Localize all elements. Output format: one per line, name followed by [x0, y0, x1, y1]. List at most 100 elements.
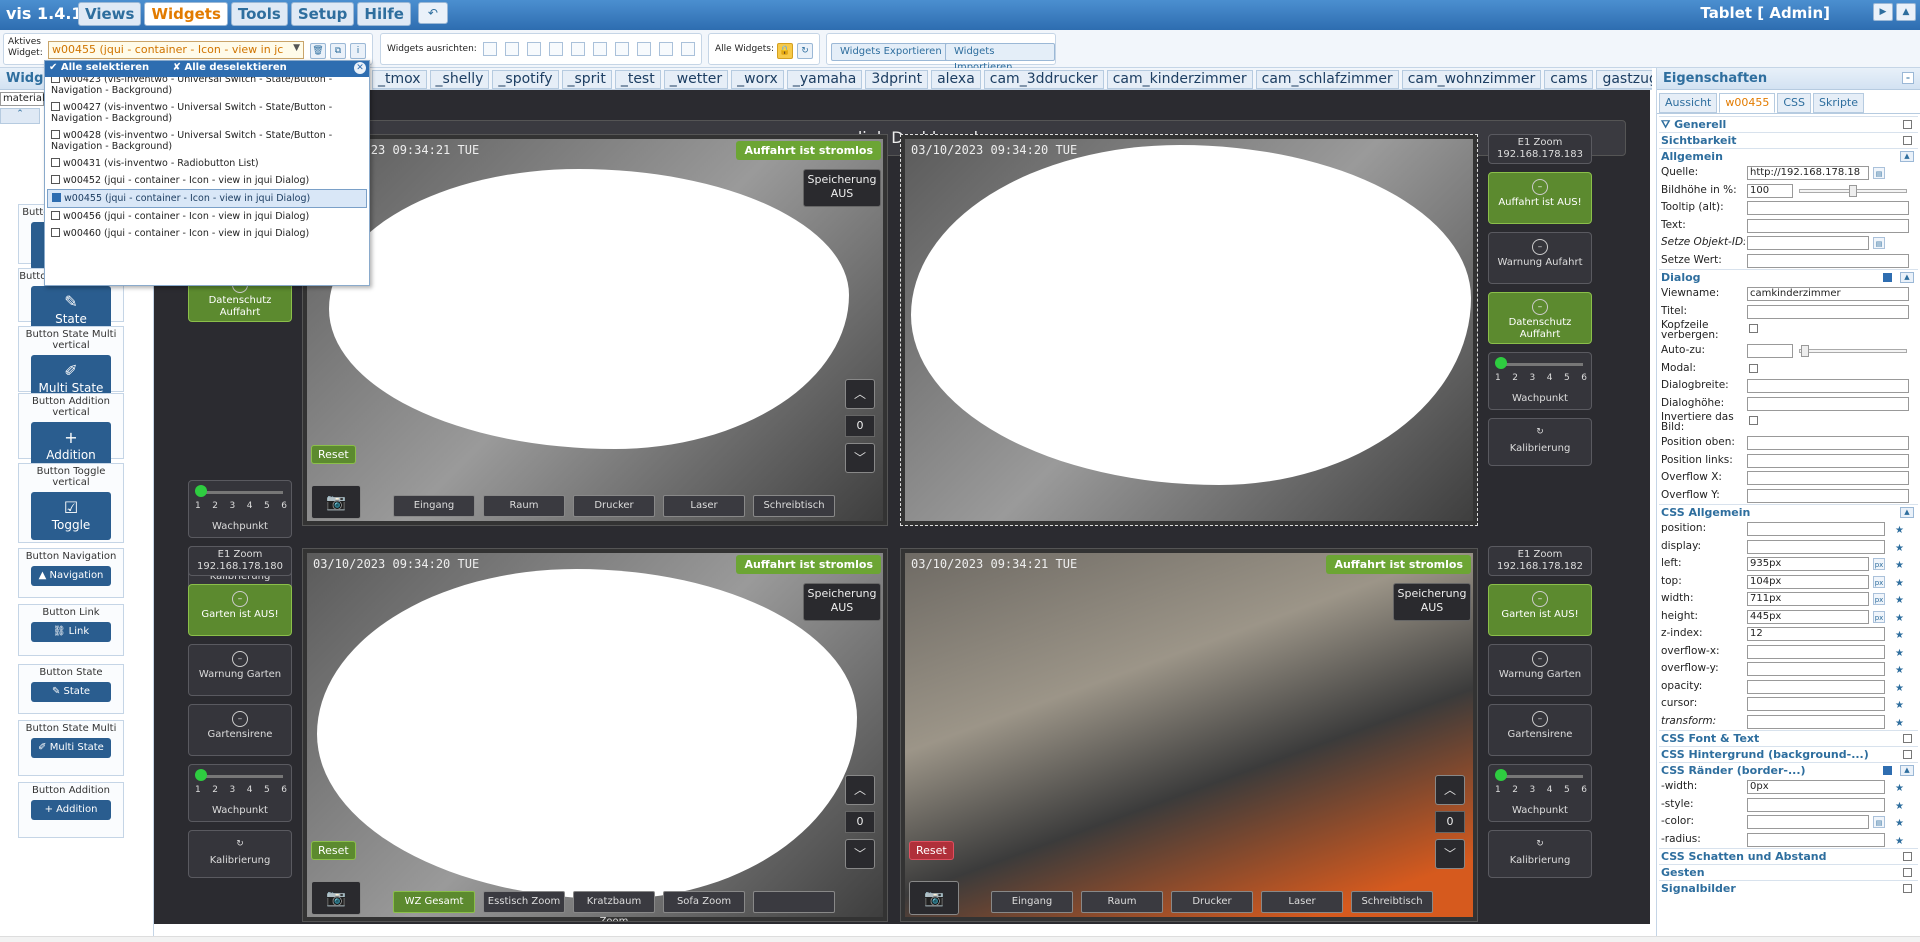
- dropdown-item[interactable]: w00428 (vis-inventwo - Universal Switch …: [47, 127, 367, 155]
- align-center-h-icon[interactable]: [593, 42, 607, 56]
- section-sichtbarkeit-checkbox[interactable]: [1903, 136, 1912, 145]
- ptz-preset-button[interactable]: Kratzbaum Zoom: [573, 891, 655, 921]
- palette-item[interactable]: Button State ✎ State: [18, 664, 124, 714]
- side-control[interactable]: – Warnung Garten: [188, 644, 292, 696]
- distribute-v-icon[interactable]: [637, 42, 651, 56]
- css-top-unit[interactable]: px: [1873, 575, 1885, 588]
- ptz-preset-button[interactable]: Schreibtisch: [1351, 891, 1433, 913]
- tab-view-worx[interactable]: _worx: [731, 70, 784, 89]
- star-icon[interactable]: ★: [1895, 815, 1904, 832]
- dropdown-item-checkbox[interactable]: [51, 228, 60, 237]
- chevron-up-icon[interactable]: ▲: [1900, 151, 1914, 162]
- section-css-font[interactable]: CSS Font & Text: [1659, 730, 1918, 746]
- wachpunkt-slider[interactable]: 1 2 3 4 5 6 Wachpunkt: [1488, 764, 1592, 822]
- star-icon[interactable]: ★: [1895, 522, 1904, 539]
- tab-widget[interactable]: w00455: [1719, 93, 1776, 113]
- reset-button[interactable]: Reset: [311, 445, 356, 464]
- ptz-preset-button[interactable]: Drucker: [1171, 891, 1253, 913]
- ptz-preset-button[interactable]: [753, 891, 835, 913]
- ptz-preset-button[interactable]: Raum: [1081, 891, 1163, 913]
- section-generell-checkbox[interactable]: [1903, 120, 1912, 129]
- chevron-down-icon[interactable]: ﹀: [1435, 839, 1465, 869]
- tab-css[interactable]: CSS: [1777, 93, 1812, 113]
- chevron-down-icon[interactable]: ﹀: [845, 839, 875, 869]
- tab-aussicht[interactable]: Aussicht: [1659, 93, 1718, 113]
- star-icon[interactable]: ★: [1895, 575, 1904, 592]
- kalibrierung-button[interactable]: ↻ Kalibrierung: [1488, 830, 1592, 878]
- dropdown-item[interactable]: w00431 (vis-inventwo - Radiobutton List): [47, 155, 367, 172]
- palette-item-preview[interactable]: ▲ Navigation: [31, 566, 111, 586]
- copy-icon[interactable]: ⧉: [330, 43, 346, 59]
- ptz-preset-button[interactable]: Eingang: [991, 891, 1073, 913]
- section-css-shadow-checkbox[interactable]: [1903, 852, 1912, 861]
- chevron-up-icon[interactable]: ▲: [1900, 507, 1914, 518]
- palette-item[interactable]: Button State Multi vertical ✐ Multi State: [18, 326, 124, 403]
- star-icon[interactable]: ★: [1895, 798, 1904, 815]
- section-dialog[interactable]: Dialog ▲: [1659, 269, 1918, 285]
- side-control[interactable]: – Garten ist AUS!: [1488, 584, 1592, 636]
- align-right-icon[interactable]: [505, 42, 519, 56]
- select-all-link[interactable]: ✔ Alle selektieren: [49, 62, 159, 73]
- autozu-slider-track[interactable]: [1799, 349, 1907, 353]
- storage-toggle[interactable]: Speicherung AUS: [803, 583, 881, 621]
- slider-knob[interactable]: [195, 769, 207, 781]
- deselect-all-link[interactable]: ✘ Alle deselektieren: [173, 62, 297, 73]
- css-border-radius-input[interactable]: [1747, 832, 1885, 847]
- css-display-select[interactable]: [1747, 539, 1885, 554]
- section-gesten[interactable]: Gesten: [1659, 864, 1918, 880]
- tab-view-test[interactable]: _test: [614, 70, 661, 89]
- minimize-icon[interactable]: –: [1902, 72, 1914, 84]
- palette-toggle-icon[interactable]: ⌃: [0, 108, 40, 124]
- prop-setze-wert-input[interactable]: [1747, 253, 1909, 268]
- prop-kopfzeile-checkbox[interactable]: [1749, 324, 1758, 333]
- css-cursor-input[interactable]: [1747, 697, 1885, 711]
- palette-item-preview[interactable]: + Addition: [31, 800, 111, 820]
- side-control[interactable]: – Gartensirene: [188, 704, 292, 756]
- css-width-input[interactable]: 711px: [1747, 592, 1869, 606]
- dropdown-item-checkbox[interactable]: [51, 130, 60, 139]
- lock-icon[interactable]: 🔒: [777, 43, 793, 59]
- palette-item-preview[interactable]: ⛓ Link: [31, 622, 111, 642]
- tab-view-alexa[interactable]: alexa: [931, 70, 981, 89]
- section-dialog-checkbox[interactable]: [1883, 273, 1892, 282]
- tab-view-sprit[interactable]: _sprit: [561, 70, 612, 89]
- section-css-border[interactable]: CSS Ränder (border-...) ▲: [1659, 762, 1918, 778]
- dropdown-item-checkbox[interactable]: [51, 158, 60, 167]
- section-css-bg-checkbox[interactable]: [1903, 750, 1912, 759]
- refresh-icon[interactable]: ↻: [797, 43, 813, 59]
- dropdown-item-checkbox[interactable]: [51, 175, 60, 184]
- palette-item-preview[interactable]: ✎ State: [31, 682, 111, 702]
- star-icon[interactable]: ★: [1895, 715, 1904, 732]
- ptz-preset-button[interactable]: Raum: [483, 495, 565, 517]
- slider-track[interactable]: [199, 775, 283, 778]
- reset-button[interactable]: Reset: [311, 841, 356, 860]
- slider-knob[interactable]: [1495, 357, 1507, 369]
- dropdown-item[interactable]: w00456 (jqui - container - Icon - view i…: [47, 208, 367, 225]
- prop-overflow-x-select[interactable]: [1747, 471, 1909, 485]
- delete-icon[interactable]: 🗑: [310, 43, 326, 59]
- prop-overflow-y-select[interactable]: [1747, 488, 1909, 503]
- css-position-select[interactable]: [1747, 522, 1885, 536]
- tab-view-camkinderzimmer[interactable]: cam_kinderzimmer: [1106, 70, 1253, 89]
- align-left-icon[interactable]: [483, 42, 497, 56]
- star-icon[interactable]: ★: [1895, 645, 1904, 662]
- section-generell[interactable]: ⛛ Generell: [1659, 116, 1918, 132]
- dropdown-item[interactable]: w00427 (vis-inventwo - Universal Switch …: [47, 99, 367, 127]
- wachpunkt-slider[interactable]: 1 2 3 4 5 6 Wachpunkt: [188, 764, 292, 822]
- collapse-icon[interactable]: ▲: [1896, 3, 1916, 21]
- prop-setze-objekt-input[interactable]: [1747, 236, 1869, 250]
- chevron-up-icon[interactable]: ︿: [1435, 775, 1465, 805]
- section-sichtbarkeit[interactable]: Sichtbarkeit: [1659, 132, 1918, 148]
- prop-autozu-input[interactable]: [1747, 344, 1793, 358]
- css-top-input[interactable]: 104px: [1747, 574, 1869, 589]
- menu-tools[interactable]: Tools: [230, 2, 288, 26]
- tab-view-wetter[interactable]: _wetter: [663, 70, 729, 89]
- palette-item-preview[interactable]: ☑ Toggle: [31, 492, 111, 540]
- star-icon[interactable]: ★: [1895, 833, 1904, 850]
- star-icon[interactable]: ★: [1895, 662, 1904, 679]
- camera-view[interactable]: 03/10/2023 09:34:21 TUE Auffahrt ist stro…: [900, 548, 1478, 922]
- same-width-icon[interactable]: [659, 42, 673, 56]
- wachpunkt-slider[interactable]: 1 2 3 4 5 6 Wachpunkt: [188, 480, 292, 538]
- horizontal-scrollbar[interactable]: [0, 936, 1920, 942]
- tab-view-yamaha[interactable]: _yamaha: [786, 70, 863, 89]
